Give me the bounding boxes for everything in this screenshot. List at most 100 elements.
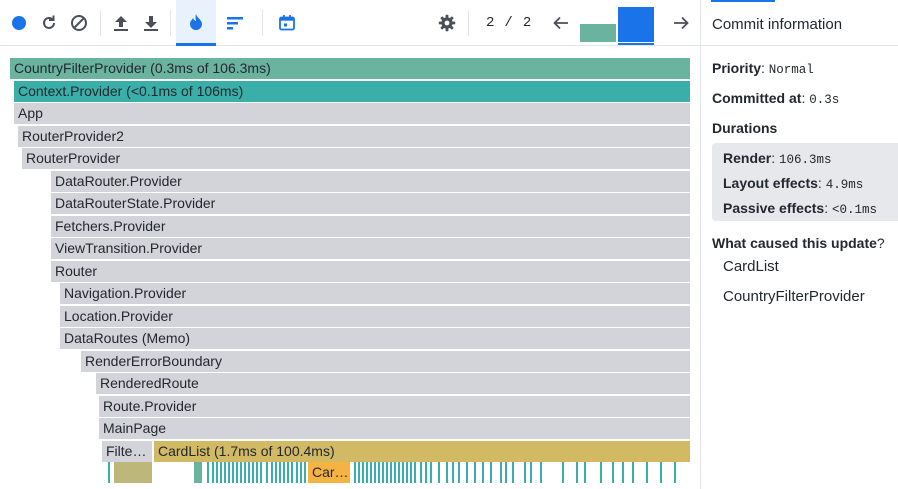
clear-profile-button[interactable] (66, 0, 92, 46)
flame-node-small[interactable] (386, 462, 388, 483)
flame-node-small[interactable] (228, 462, 230, 483)
flame-node-small[interactable] (283, 462, 285, 483)
flame-node-small[interactable] (108, 462, 110, 483)
flame-node-cardlist[interactable]: CardList (1.7ms of 100.4ms) (154, 441, 690, 462)
flame-node-small[interactable] (420, 462, 422, 483)
flame-node-context-provider[interactable]: Context.Provider (<0.1ms of 106ms) (14, 81, 690, 102)
flame-node-small[interactable] (378, 462, 380, 483)
flame-node-small[interactable] (512, 462, 514, 483)
flame-node-small[interactable] (220, 462, 222, 483)
flame-node-route-provider[interactable]: Route.Provider (99, 396, 690, 417)
flame-node-fetchers-provider[interactable]: Fetchers.Provider (51, 216, 690, 237)
flame-node-small[interactable] (540, 462, 542, 483)
flame-node-small[interactable] (612, 462, 614, 483)
record-button[interactable] (6, 0, 32, 46)
flame-node-routerprovider[interactable]: RouterProvider (22, 148, 690, 169)
flame-node-small[interactable] (296, 462, 298, 483)
flame-node-small[interactable] (240, 462, 242, 483)
flame-node-small[interactable] (300, 462, 302, 483)
flame-node-small[interactable] (304, 462, 306, 483)
flamegraph-tab[interactable] (176, 0, 216, 46)
flame-node-small[interactable] (279, 462, 281, 483)
flame-node-small[interactable] (260, 462, 262, 483)
flame-node-filter[interactable]: Filte… (102, 441, 152, 462)
previous-commit-button[interactable] (548, 0, 574, 46)
flame-node-small[interactable] (438, 462, 440, 483)
flame-node-small[interactable] (244, 462, 246, 483)
flame-node-small[interactable] (505, 462, 507, 483)
flame-node-small[interactable] (382, 462, 384, 483)
flame-node-dataroutes-memo[interactable]: DataRoutes (Memo) (60, 328, 690, 349)
flame-node-countryfilterprovider[interactable]: CountryFilterProvider (0.3ms of 106.3ms) (10, 58, 690, 79)
reload-and-profile-button[interactable] (36, 0, 62, 46)
flame-node-small[interactable] (524, 462, 526, 483)
flame-node-location-provider[interactable]: Location.Provider (60, 306, 690, 327)
flame-node-small[interactable] (287, 462, 289, 483)
flame-node-mainpage[interactable]: MainPage (99, 418, 690, 439)
flame-node-small[interactable] (600, 462, 602, 483)
flame-node-small[interactable] (452, 462, 454, 483)
flame-node-card[interactable]: Car… (308, 462, 350, 483)
flame-node-small[interactable] (398, 462, 400, 483)
flame-node-small[interactable] (414, 462, 416, 483)
flame-node-small[interactable] (402, 462, 404, 483)
flame-node-small[interactable] (232, 462, 234, 483)
flame-node-small[interactable] (236, 462, 238, 483)
flame-node-small[interactable] (446, 462, 448, 483)
flame-node-small[interactable] (474, 462, 476, 483)
flame-node-small[interactable] (275, 462, 277, 483)
load-profile-button[interactable] (108, 0, 134, 46)
ranked-chart-tab[interactable] (222, 0, 248, 46)
flame-node-small[interactable] (410, 462, 412, 483)
cause-item-cardlist[interactable]: CardList (723, 258, 779, 275)
flame-node-small[interactable] (248, 462, 250, 483)
flame-node-small[interactable] (354, 462, 356, 483)
flame-node-app[interactable]: App (14, 103, 690, 124)
save-profile-button[interactable] (138, 0, 164, 46)
flame-node-routerprovider2[interactable]: RouterProvider2 (18, 126, 690, 147)
flame-node-small[interactable] (362, 462, 364, 483)
flame-node-small[interactable] (430, 462, 432, 483)
flame-node-small[interactable] (584, 462, 586, 483)
flame-node-renderedroute[interactable]: RenderedRoute (96, 373, 690, 394)
flame-node-small[interactable] (207, 462, 209, 483)
settings-button[interactable] (434, 0, 460, 46)
cause-item-countryfilterprovider[interactable]: CountryFilterProvider (723, 288, 865, 305)
flame-node-small[interactable] (674, 462, 676, 483)
flame-node-small[interactable] (256, 462, 258, 483)
flame-node-router[interactable]: Router (51, 261, 690, 282)
flame-node-small[interactable] (576, 462, 578, 483)
flame-node-small[interactable] (224, 462, 226, 483)
flame-node-datarouterstate-provider[interactable]: DataRouterState.Provider (51, 193, 690, 214)
flame-node-small[interactable] (390, 462, 392, 483)
flame-node-small[interactable] (194, 462, 202, 483)
flame-node-small[interactable] (212, 462, 214, 483)
flame-node-small[interactable] (622, 462, 624, 483)
flame-node-small[interactable] (466, 462, 468, 483)
flame-node-navigation-provider[interactable]: Navigation.Provider (60, 283, 690, 304)
flame-node-small[interactable] (562, 462, 564, 483)
flame-node-small[interactable] (632, 462, 634, 483)
flame-node-small[interactable] (530, 462, 532, 483)
flame-node-small[interactable] (366, 462, 368, 483)
next-commit-button[interactable] (668, 0, 694, 46)
flame-node-small[interactable] (374, 462, 376, 483)
flame-node-filter-child[interactable] (114, 462, 152, 483)
flame-node-small[interactable] (490, 462, 492, 483)
flame-node-viewtransition-provider[interactable]: ViewTransition.Provider (51, 238, 690, 259)
flame-node-small[interactable] (291, 462, 293, 483)
flame-node-small[interactable] (646, 462, 648, 483)
flame-node-small[interactable] (458, 462, 460, 483)
flame-node-small[interactable] (394, 462, 396, 483)
commit-snapshot-bar-1[interactable] (580, 24, 616, 42)
flame-node-rendererrorboundary[interactable]: RenderErrorBoundary (81, 351, 690, 372)
flame-node-small[interactable] (370, 462, 372, 483)
commit-snapshot-bar-2[interactable] (618, 7, 654, 42)
flame-node-small[interactable] (500, 462, 502, 483)
flame-node-small[interactable] (482, 462, 484, 483)
flame-node-small[interactable] (425, 462, 427, 483)
flame-node-small[interactable] (660, 462, 662, 483)
flame-node-small[interactable] (216, 462, 218, 483)
flame-node-small[interactable] (252, 462, 254, 483)
flame-node-datarouter-provider[interactable]: DataRouter.Provider (51, 171, 690, 192)
